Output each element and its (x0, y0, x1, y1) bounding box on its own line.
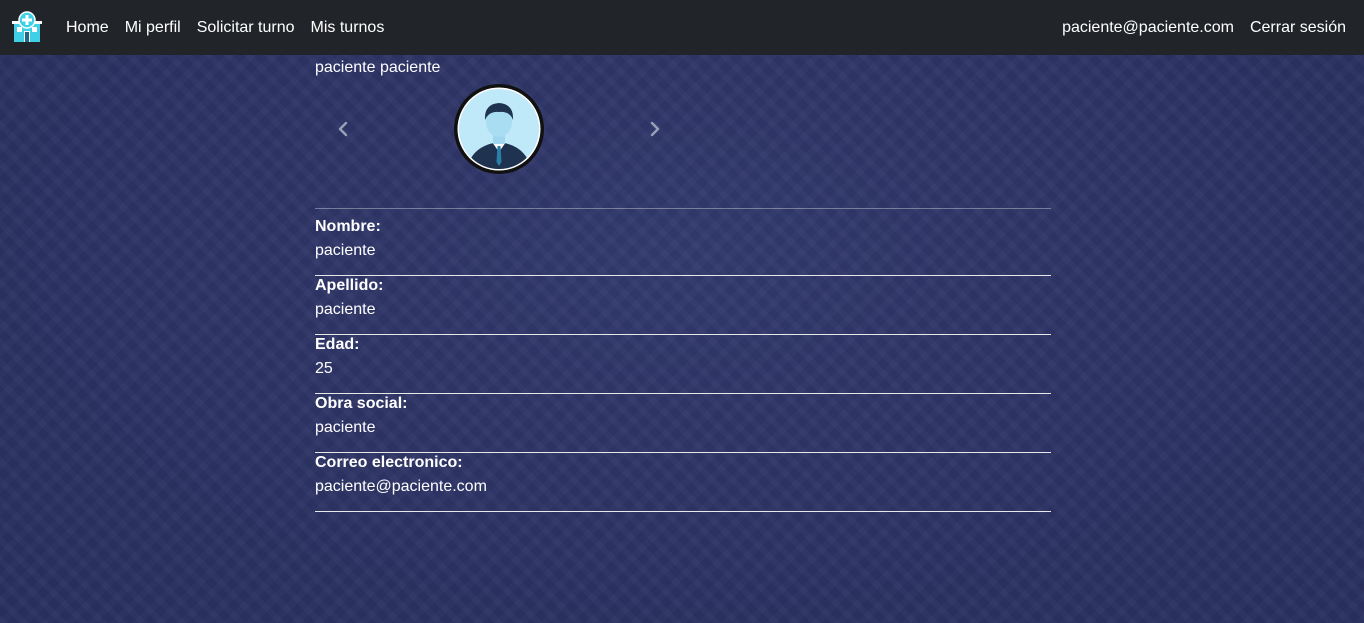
navbar: Home Mi perfil Solicitar turno Mis turno… (0, 0, 1364, 55)
info-label: Obra social: (315, 395, 408, 412)
user-email-link[interactable]: paciente@paciente.com (1062, 19, 1234, 37)
avatar-carousel (315, 82, 683, 177)
info-label: Correo electronico: (315, 454, 463, 471)
profile-divider (315, 208, 1051, 209)
info-label: Edad: (315, 336, 360, 353)
profile-info-list: Nombre: paciente Apellido: paciente Edad… (315, 217, 1051, 512)
chevron-left-icon[interactable] (331, 117, 355, 141)
info-item-obra-social: Obra social: paciente (315, 394, 1051, 453)
info-item-edad: Edad: 25 (315, 335, 1051, 394)
info-item-nombre: Nombre: paciente (315, 217, 1051, 276)
nav-request-appointment-link[interactable]: Solicitar turno (197, 19, 295, 37)
info-item-correo: Correo electronico: paciente@paciente.co… (315, 453, 1051, 512)
info-value: 25 (315, 360, 333, 377)
info-value: paciente@paciente.com (315, 478, 487, 495)
info-item-apellido: Apellido: paciente (315, 276, 1051, 335)
nav-home-link[interactable]: Home (66, 19, 109, 37)
chevron-right-icon[interactable] (643, 117, 667, 141)
info-label: Nombre: (315, 218, 381, 235)
logout-link[interactable]: Cerrar sesión (1250, 19, 1346, 37)
nav-profile-link[interactable]: Mi perfil (125, 19, 181, 37)
nav-left: Home Mi perfil Solicitar turno Mis turno… (66, 0, 400, 55)
info-value: paciente (315, 419, 376, 436)
info-value: paciente (315, 301, 376, 318)
profile-full-name: paciente paciente (315, 59, 441, 76)
nav-my-appointments-link[interactable]: Mis turnos (311, 19, 385, 37)
hospital-icon[interactable] (12, 11, 42, 43)
info-value: paciente (315, 242, 376, 259)
nav-right: paciente@paciente.com Cerrar sesión (1046, 0, 1346, 55)
info-label: Apellido: (315, 277, 384, 294)
user-avatar-icon (452, 82, 546, 176)
